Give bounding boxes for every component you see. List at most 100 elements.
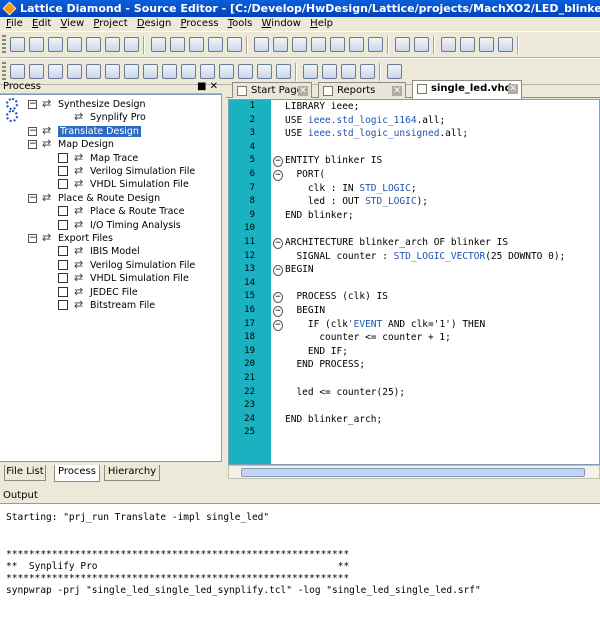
stop-icon[interactable] (460, 37, 475, 52)
checkbox[interactable] (58, 179, 68, 190)
tree-item-14[interactable]: JEDEC File (90, 286, 138, 299)
process-view-icon[interactable] (322, 64, 337, 79)
tree-item-9[interactable]: I/O Timing Analysis (90, 219, 181, 232)
tree-item-2[interactable]: Translate Design (58, 125, 141, 138)
menu-view[interactable]: View (61, 17, 85, 30)
zoom-fit-icon[interactable] (349, 37, 364, 52)
help-icon[interactable] (387, 64, 402, 79)
programmer-icon[interactable] (200, 64, 215, 79)
new-file-icon[interactable] (10, 37, 25, 52)
tree-item-13[interactable]: VHDL Simulation File (90, 272, 189, 285)
toolbar-grip[interactable] (2, 35, 6, 55)
settings-icon[interactable] (414, 37, 429, 52)
checkbox[interactable] (58, 300, 68, 310)
close-icon[interactable]: ✕ (508, 84, 518, 94)
tree-item-4[interactable]: Map Trace (90, 152, 138, 165)
expand-collapse-icon[interactable]: − (28, 193, 37, 203)
tab-single-led-vhd[interactable]: single_led.vhd ✕ (412, 80, 522, 99)
print-icon[interactable] (124, 37, 139, 52)
tree-item-12[interactable]: Verilog Simulation File (90, 259, 195, 272)
checkbox[interactable] (58, 152, 68, 163)
cut-icon[interactable] (189, 37, 204, 52)
output-view-icon[interactable] (360, 64, 375, 79)
toolbar-grip[interactable] (2, 62, 6, 82)
zoom-in-icon[interactable] (311, 37, 326, 52)
report-icon[interactable] (395, 37, 410, 52)
menu-edit[interactable]: Edit (32, 17, 51, 30)
menu-window[interactable]: Window (262, 17, 301, 30)
fold-toggle-icon[interactable]: − (273, 306, 283, 317)
close-icon[interactable]: ✕ (392, 86, 402, 96)
save-all-icon[interactable] (105, 37, 120, 52)
open-folder-icon[interactable] (67, 37, 82, 52)
ipexpress-icon[interactable] (276, 64, 291, 79)
open-icon[interactable] (29, 37, 44, 52)
tree-item-7[interactable]: Place & Route Design (58, 192, 160, 205)
fold-toggle-icon[interactable]: − (273, 156, 283, 168)
refresh-icon[interactable] (170, 37, 185, 52)
floorplan-icon[interactable] (67, 64, 82, 79)
checkbox[interactable] (58, 259, 68, 270)
menu-help[interactable]: Help (310, 17, 333, 30)
run-icon[interactable] (441, 37, 456, 52)
ebr-icon[interactable] (143, 64, 158, 79)
tree-item-3[interactable]: Map Design (58, 138, 114, 151)
hdl-diagram-icon[interactable] (238, 64, 253, 79)
launch-icon[interactable] (151, 37, 166, 52)
netlist-view-icon[interactable] (48, 64, 63, 79)
tree-item-5[interactable]: Verilog Simulation File (90, 165, 195, 178)
menu-tools[interactable]: Tools (228, 17, 253, 30)
ip-express-icon[interactable] (10, 64, 25, 79)
replace-icon[interactable] (273, 37, 288, 52)
menu-design[interactable]: Design (137, 17, 172, 30)
checkbox[interactable] (58, 219, 68, 230)
package-view-icon[interactable] (86, 64, 101, 79)
output-console[interactable]: Starting: "prj_run Translate -impl singl… (0, 503, 600, 621)
fold-toggle-icon[interactable]: − (273, 292, 283, 304)
close-icon[interactable]: ✕ (298, 86, 308, 96)
tree-item-0[interactable]: Synthesize Design (58, 98, 146, 111)
fold-toggle-icon[interactable]: − (273, 238, 283, 249)
checkbox[interactable] (58, 273, 68, 284)
tab-reports[interactable]: Reports ✕ (318, 82, 406, 98)
expand-collapse-icon[interactable]: − (28, 140, 37, 150)
power-calc-icon[interactable] (124, 64, 139, 79)
pane-float-close-buttons[interactable]: ■ ✕ (197, 80, 218, 93)
open-dropdown-icon[interactable] (48, 37, 63, 52)
copy-icon[interactable] (208, 37, 223, 52)
clean-icon[interactable] (498, 37, 513, 52)
tree-item-11[interactable]: IBIS Model (90, 245, 140, 258)
tree-item-1[interactable]: Synplify Pro (90, 111, 146, 124)
tree-item-10[interactable]: Export Files (58, 232, 113, 245)
expand-collapse-icon[interactable]: − (28, 100, 37, 109)
find-icon[interactable] (254, 37, 269, 52)
paste-icon[interactable] (227, 37, 242, 52)
menu-process[interactable]: Process (181, 17, 219, 30)
expand-collapse-icon[interactable]: − (28, 126, 37, 136)
fold-toggle-icon[interactable]: − (273, 170, 283, 181)
reveal-icon[interactable] (162, 64, 177, 79)
tab-process[interactable]: Process (54, 465, 100, 482)
tab-file-list[interactable]: File List (4, 465, 46, 481)
tab-start-page[interactable]: Start Page ✕ (232, 82, 312, 98)
menu-file[interactable]: File (6, 17, 23, 30)
file-list-view-icon[interactable] (303, 64, 318, 79)
save-icon[interactable] (86, 37, 101, 52)
zoom-out-icon[interactable] (330, 37, 345, 52)
sim-wizard-icon[interactable] (219, 64, 234, 79)
expand-collapse-icon[interactable]: − (28, 234, 37, 243)
spreadsheet-icon[interactable] (29, 64, 44, 79)
zoom-area-icon[interactable] (368, 37, 383, 52)
tree-item-15[interactable]: Bitstream File (90, 299, 155, 312)
synthesis-icon[interactable] (257, 64, 272, 79)
fold-toggle-icon[interactable]: − (273, 265, 283, 277)
checkbox[interactable] (58, 246, 68, 257)
checkbox[interactable] (58, 206, 68, 217)
menu-project[interactable]: Project (93, 17, 127, 30)
fold-toggle-icon[interactable]: − (273, 319, 283, 331)
rerun-icon[interactable] (479, 37, 494, 52)
source-editor[interactable]: 1 LIBRARY ieee; 2 USE ieee.std_logic_1164.a… (228, 99, 600, 465)
goto-icon[interactable] (292, 37, 307, 52)
reveal-analyzer-icon[interactable] (181, 64, 196, 79)
checkbox[interactable] (58, 286, 68, 297)
